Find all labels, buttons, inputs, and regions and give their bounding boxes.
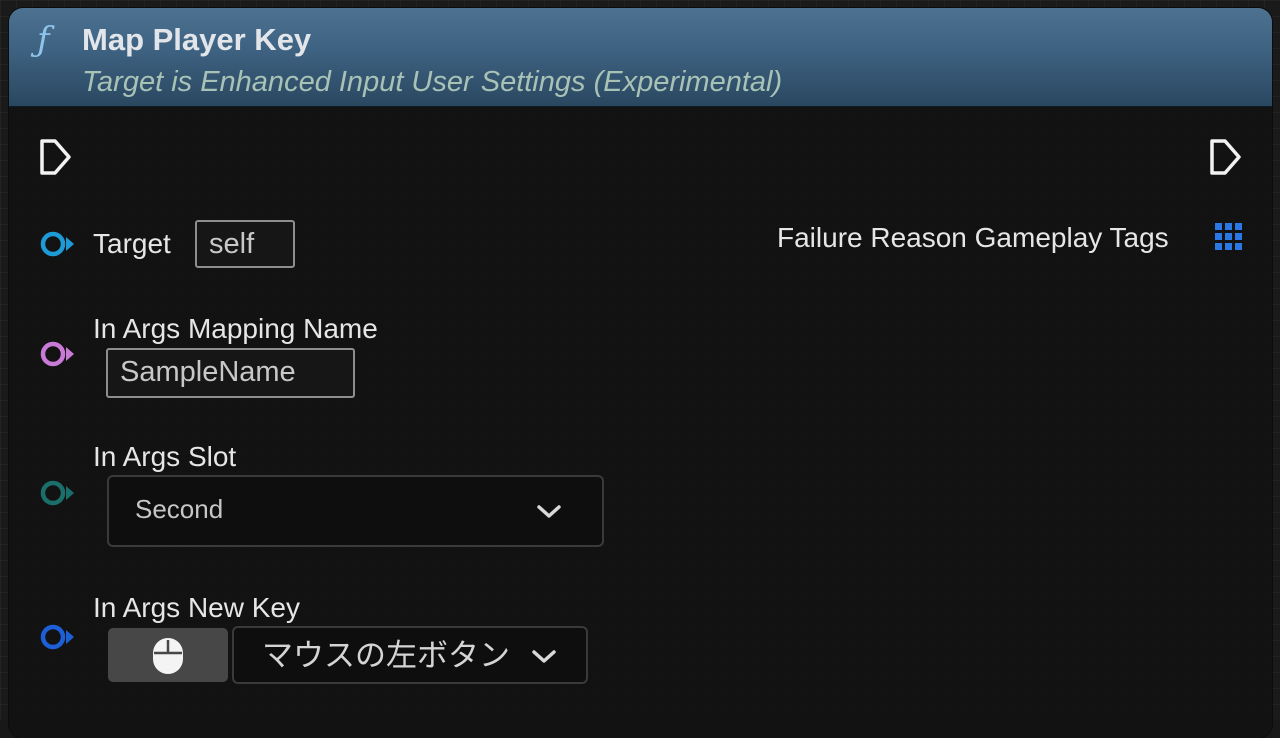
gameplay-tags-container-icon[interactable] bbox=[1214, 222, 1244, 252]
chevron-down-icon bbox=[537, 505, 561, 518]
exec-out-pin[interactable] bbox=[1208, 137, 1242, 177]
node-header[interactable]: ƒ Map Player Key Target is Enhanced Inpu… bbox=[9, 8, 1272, 107]
target-pin[interactable] bbox=[38, 227, 80, 261]
node-title: Map Player Key bbox=[82, 22, 312, 57]
chevron-down-icon bbox=[532, 650, 556, 663]
mapping-name-field[interactable]: SampleName bbox=[106, 348, 355, 398]
new-key-pin[interactable] bbox=[38, 620, 80, 654]
key-dropdown[interactable]: マウスの左ボタン bbox=[232, 626, 588, 684]
mapping-name-pin[interactable] bbox=[38, 337, 80, 371]
mouse-icon bbox=[153, 638, 183, 674]
key-selector-button[interactable] bbox=[108, 628, 228, 682]
slot-selected-value: Second bbox=[135, 494, 224, 524]
failure-reason-tags-label: Failure Reason Gameplay Tags bbox=[777, 222, 1169, 253]
target-label: Target bbox=[93, 228, 171, 259]
target-value-field[interactable]: self bbox=[195, 220, 295, 268]
mapping-name-label: In Args Mapping Name bbox=[93, 313, 378, 344]
key-selected-value: マウスの左ボタン bbox=[262, 638, 510, 674]
node-subtitle: Target is Enhanced Input User Settings (… bbox=[82, 66, 783, 98]
new-key-label: In Args New Key bbox=[93, 592, 300, 623]
graph-canvas[interactable]: ƒ Map Player Key Target is Enhanced Inpu… bbox=[0, 0, 1280, 738]
map-player-key-node[interactable]: ƒ Map Player Key Target is Enhanced Inpu… bbox=[9, 8, 1272, 738]
slot-dropdown[interactable]: Second bbox=[107, 475, 604, 547]
slot-pin[interactable] bbox=[38, 476, 80, 510]
slot-label: In Args Slot bbox=[93, 441, 237, 472]
function-icon: ƒ bbox=[37, 20, 50, 60]
exec-in-pin[interactable] bbox=[38, 137, 72, 177]
